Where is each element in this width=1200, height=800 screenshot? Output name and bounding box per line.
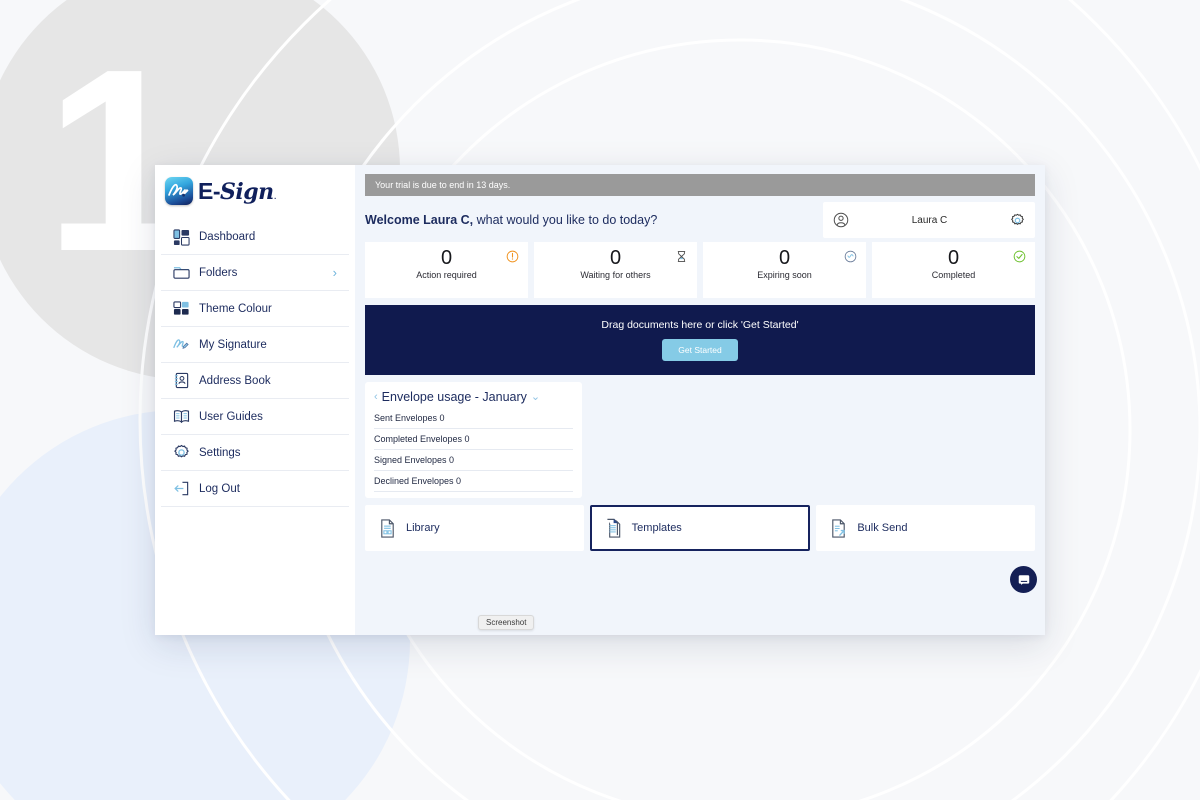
stat-label: Completed (931, 270, 976, 280)
action-card-bulk-send[interactable]: Bulk Send (816, 505, 1036, 551)
sidebar-item-user-guides[interactable]: User Guides (161, 399, 349, 435)
stat-value: 0 (440, 247, 453, 269)
stat-card-waiting-for-others[interactable]: 0 Waiting for others (534, 242, 697, 298)
screenshot-tooltip: Screenshot (478, 615, 535, 630)
chat-glyph-icon (1018, 574, 1029, 585)
open-book-icon (173, 410, 190, 424)
action-card-label: Library (406, 522, 440, 534)
exclamation-circle-icon (506, 250, 519, 263)
address-book-icon (174, 372, 189, 389)
library-document-icon (381, 518, 394, 538)
sidebar: E- Sign. Dashboard Folders › Theme Colou… (155, 165, 355, 635)
trial-banner: Your trial is due to end in 13 days. (365, 174, 1035, 196)
stat-value: 0 (778, 247, 791, 269)
gear-icon (174, 444, 189, 458)
brand-wordmark: E- Sign. (198, 178, 277, 205)
welcome-row: Welcome Laura C, what would you like to … (365, 198, 1035, 242)
sidebar-item-label: Theme Colour (199, 302, 272, 315)
sidebar-item-label: Address Book (199, 374, 271, 387)
stat-label: Action required (416, 270, 477, 280)
user-name: Laura C (911, 214, 948, 226)
brand-name-e: E- (198, 177, 221, 204)
action-cards: Library Templates Bulk Send (365, 505, 1036, 551)
chat-bubble-icon[interactable] (1010, 566, 1037, 593)
stat-label: Waiting for others (580, 270, 651, 280)
stat-cards: 0 Action required 0 Waiting for others 0… (365, 242, 1035, 298)
sidebar-item-theme-colour[interactable]: Theme Colour (161, 291, 349, 327)
envelope-usage-row: ‹ Envelope usage - January ⌄ Sent Envelo… (365, 382, 1035, 498)
usage-row-declined: Declined Envelopes 0 (374, 471, 573, 492)
chevron-left-icon[interactable]: ‹ (374, 391, 378, 403)
chevron-down-icon[interactable]: ⌄ (531, 391, 540, 403)
envelope-usage-header[interactable]: ‹ Envelope usage - January ⌄ (374, 390, 573, 404)
welcome-rest: what would you like to do today? (473, 213, 658, 227)
stat-card-action-required[interactable]: 0 Action required (365, 242, 528, 298)
dashboard-grid-icon (173, 228, 190, 246)
esign-signature-logo-icon (165, 177, 193, 205)
get-started-button[interactable]: Get Started (662, 339, 738, 361)
dropzone-text: Drag documents here or click 'Get Starte… (601, 319, 799, 331)
stat-card-expiring-soon[interactable]: 0 Expiring soon (703, 242, 866, 298)
usage-row-sent: Sent Envelopes 0 (374, 408, 573, 429)
sidebar-item-label: Settings (199, 446, 241, 459)
bulk-send-document-icon (832, 518, 846, 538)
usage-row-signed: Signed Envelopes 0 (374, 450, 573, 471)
logout-arrow-icon (174, 481, 189, 496)
sidebar-item-label: My Signature (199, 338, 267, 351)
page-title: Welcome Laura C, what would you like to … (365, 213, 657, 227)
sidebar-item-label: User Guides (199, 410, 263, 423)
chevron-right-icon[interactable]: › (333, 266, 337, 279)
brand-trademark: . (273, 189, 277, 202)
sidebar-item-label: Folders (199, 266, 238, 279)
brand-name-sign: Sign (220, 178, 274, 205)
hourglass-icon (677, 250, 686, 263)
signature-icon (173, 339, 189, 349)
check-circle-icon (1013, 250, 1026, 263)
sidebar-item-settings[interactable]: Settings (161, 435, 349, 471)
app-window: E- Sign. Dashboard Folders › Theme Colou… (155, 165, 1045, 635)
document-dropzone[interactable]: Drag documents here or click 'Get Starte… (365, 305, 1035, 375)
sidebar-item-folders[interactable]: Folders › (161, 255, 349, 291)
usage-row-completed: Completed Envelopes 0 (374, 429, 573, 450)
user-bar[interactable]: Laura C (823, 202, 1035, 238)
stat-card-completed[interactable]: 0 Completed (872, 242, 1035, 298)
action-card-library[interactable]: Library (365, 505, 584, 551)
sidebar-item-log-out[interactable]: Log Out (161, 471, 349, 507)
sidebar-item-my-signature[interactable]: My Signature (161, 327, 349, 363)
sidebar-item-dashboard[interactable]: Dashboard (161, 219, 349, 255)
sidebar-item-label: Dashboard (199, 231, 256, 243)
stat-value: 0 (947, 247, 960, 269)
sidebar-item-label: Log Out (199, 482, 240, 495)
main-content: Your trial is due to end in 13 days. Wel… (355, 165, 1045, 635)
action-card-templates[interactable]: Templates (589, 505, 811, 551)
envelope-usage-title: Envelope usage - January (381, 390, 527, 404)
template-document-icon (607, 518, 620, 538)
welcome-bold: Welcome Laura C, (365, 213, 474, 227)
brand-logo[interactable]: E- Sign. (155, 165, 355, 217)
folder-icon (173, 267, 190, 279)
clock-icon (844, 250, 857, 263)
stat-value: 0 (609, 247, 622, 269)
sidebar-nav: Dashboard Folders › Theme Colour My Sign… (155, 217, 355, 507)
envelope-usage-card: ‹ Envelope usage - January ⌄ Sent Envelo… (365, 382, 582, 498)
action-card-label: Templates (631, 522, 682, 534)
user-avatar-icon[interactable] (833, 212, 849, 228)
action-card-label: Bulk Send (857, 522, 908, 534)
theme-colour-icon (173, 301, 189, 315)
stat-label: Expiring soon (757, 270, 812, 280)
sidebar-item-address-book[interactable]: Address Book (161, 363, 349, 399)
gear-icon[interactable] (1010, 213, 1025, 228)
